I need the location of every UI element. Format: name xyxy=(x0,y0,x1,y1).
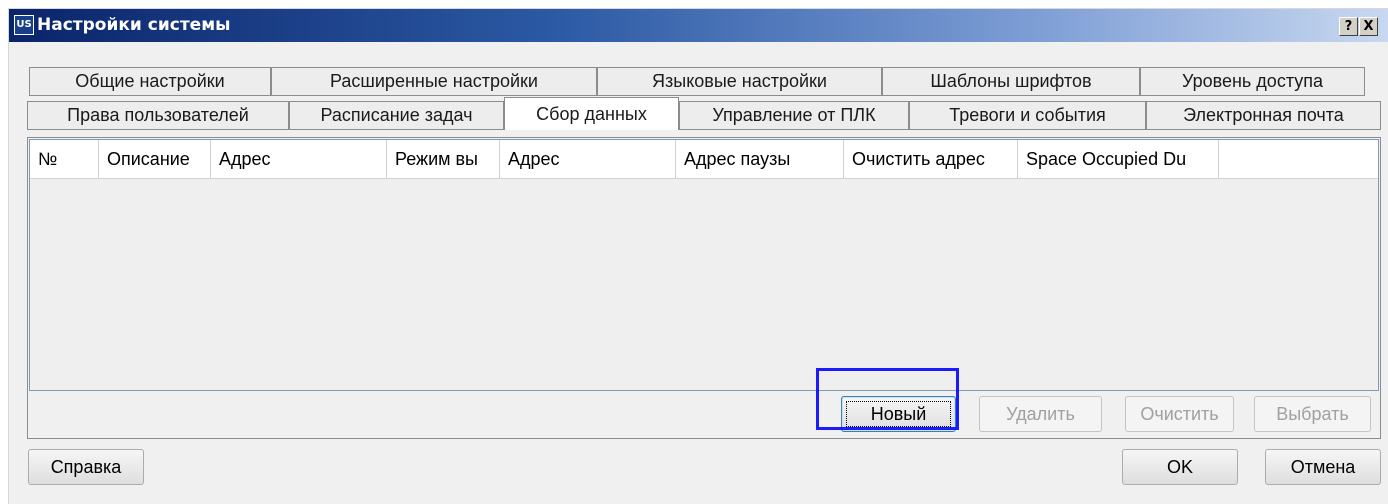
column-header-filler xyxy=(1219,140,1380,178)
tab-task-schedule[interactable]: Расписание задач xyxy=(289,101,504,130)
tab-data-collection[interactable]: Сбор данных xyxy=(504,97,679,130)
column-header-address-2[interactable]: Адрес xyxy=(500,140,676,178)
tab-font-templates[interactable]: Шаблоны шрифтов xyxy=(882,67,1140,96)
settings-dialog: US Настройки системы ? X Общие настройки… xyxy=(8,8,1388,504)
delete-button[interactable]: Удалить xyxy=(979,396,1102,432)
window-title: Настройки системы xyxy=(37,15,231,35)
tab-access-level[interactable]: Уровень доступа xyxy=(1140,67,1365,96)
data-collection-panel: № Описание Адрес Режим вы Адрес Адрес па… xyxy=(27,137,1381,439)
tab-plc-control[interactable]: Управление от ПЛК xyxy=(679,101,909,130)
tab-user-rights[interactable]: Права пользователей xyxy=(27,101,289,130)
column-header-mode[interactable]: Режим вы xyxy=(387,140,500,178)
tab-alarms-events[interactable]: Тревоги и события xyxy=(909,101,1146,130)
help-title-button[interactable]: ? xyxy=(1339,17,1358,36)
tab-email[interactable]: Электронная почта xyxy=(1146,101,1381,130)
data-collection-table[interactable]: № Описание Адрес Режим вы Адрес Адрес па… xyxy=(29,139,1379,391)
tab-general[interactable]: Общие настройки xyxy=(29,67,271,96)
app-icon: US xyxy=(14,15,34,35)
panel-button-row: Новый Удалить Очистить Выбрать xyxy=(29,392,1379,438)
column-header-clear-address[interactable]: Очистить адрес xyxy=(844,140,1018,178)
tab-advanced[interactable]: Расширенные настройки xyxy=(271,67,597,96)
column-header-address[interactable]: Адрес xyxy=(211,140,387,178)
column-header-space-occupied[interactable]: Space Occupied Du xyxy=(1018,140,1219,178)
column-header-description[interactable]: Описание xyxy=(99,140,211,178)
column-header-pause-address[interactable]: Адрес паузы xyxy=(676,140,844,178)
title-bar[interactable]: US Настройки системы ? X xyxy=(9,9,1388,42)
ok-button[interactable]: OK xyxy=(1122,449,1238,485)
select-button[interactable]: Выбрать xyxy=(1254,396,1371,432)
column-header-number[interactable]: № xyxy=(30,140,99,178)
close-icon[interactable]: X xyxy=(1359,17,1378,36)
clear-button[interactable]: Очистить xyxy=(1125,396,1234,432)
tab-language[interactable]: Языковые настройки xyxy=(597,67,882,96)
help-button[interactable]: Справка xyxy=(28,449,144,485)
focus-rectangle xyxy=(846,401,951,427)
table-header: № Описание Адрес Режим вы Адрес Адрес па… xyxy=(30,140,1378,179)
cancel-button[interactable]: Отмена xyxy=(1265,449,1381,485)
new-button[interactable]: Новый xyxy=(841,396,956,432)
